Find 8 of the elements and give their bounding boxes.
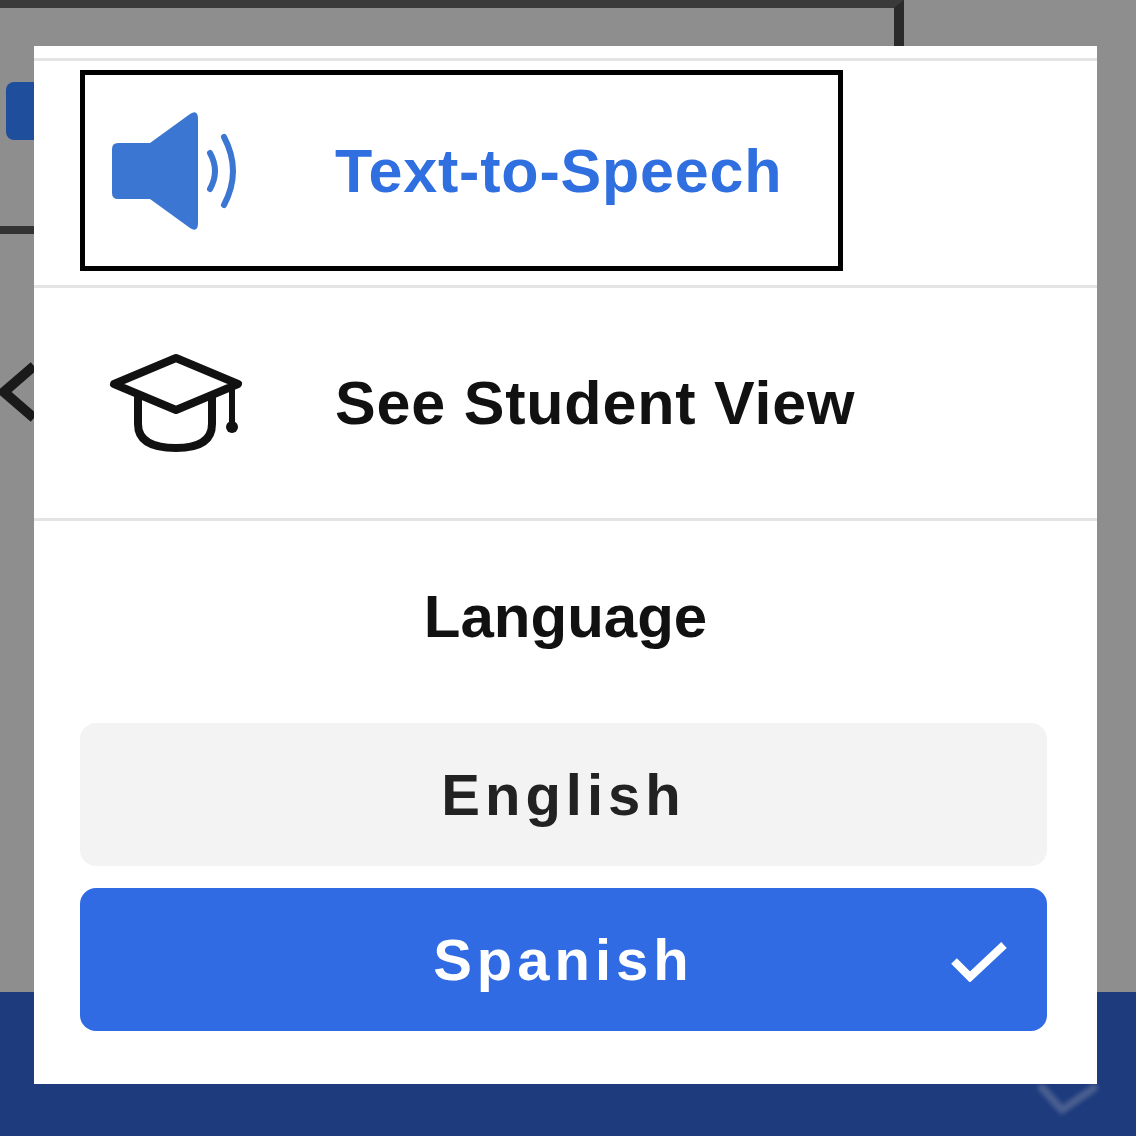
language-heading: Language (422, 582, 709, 652)
backdrop-check-icon (1038, 1084, 1098, 1114)
text-to-speech-button[interactable]: Text-to-Speech (80, 70, 843, 271)
student-view-button[interactable]: See Student View (80, 302, 885, 504)
checkmark-icon (949, 940, 1009, 982)
language-option[interactable]: English (80, 723, 1047, 866)
graduation-cap-icon (108, 352, 244, 454)
language-option[interactable]: Spanish (80, 888, 1047, 1031)
